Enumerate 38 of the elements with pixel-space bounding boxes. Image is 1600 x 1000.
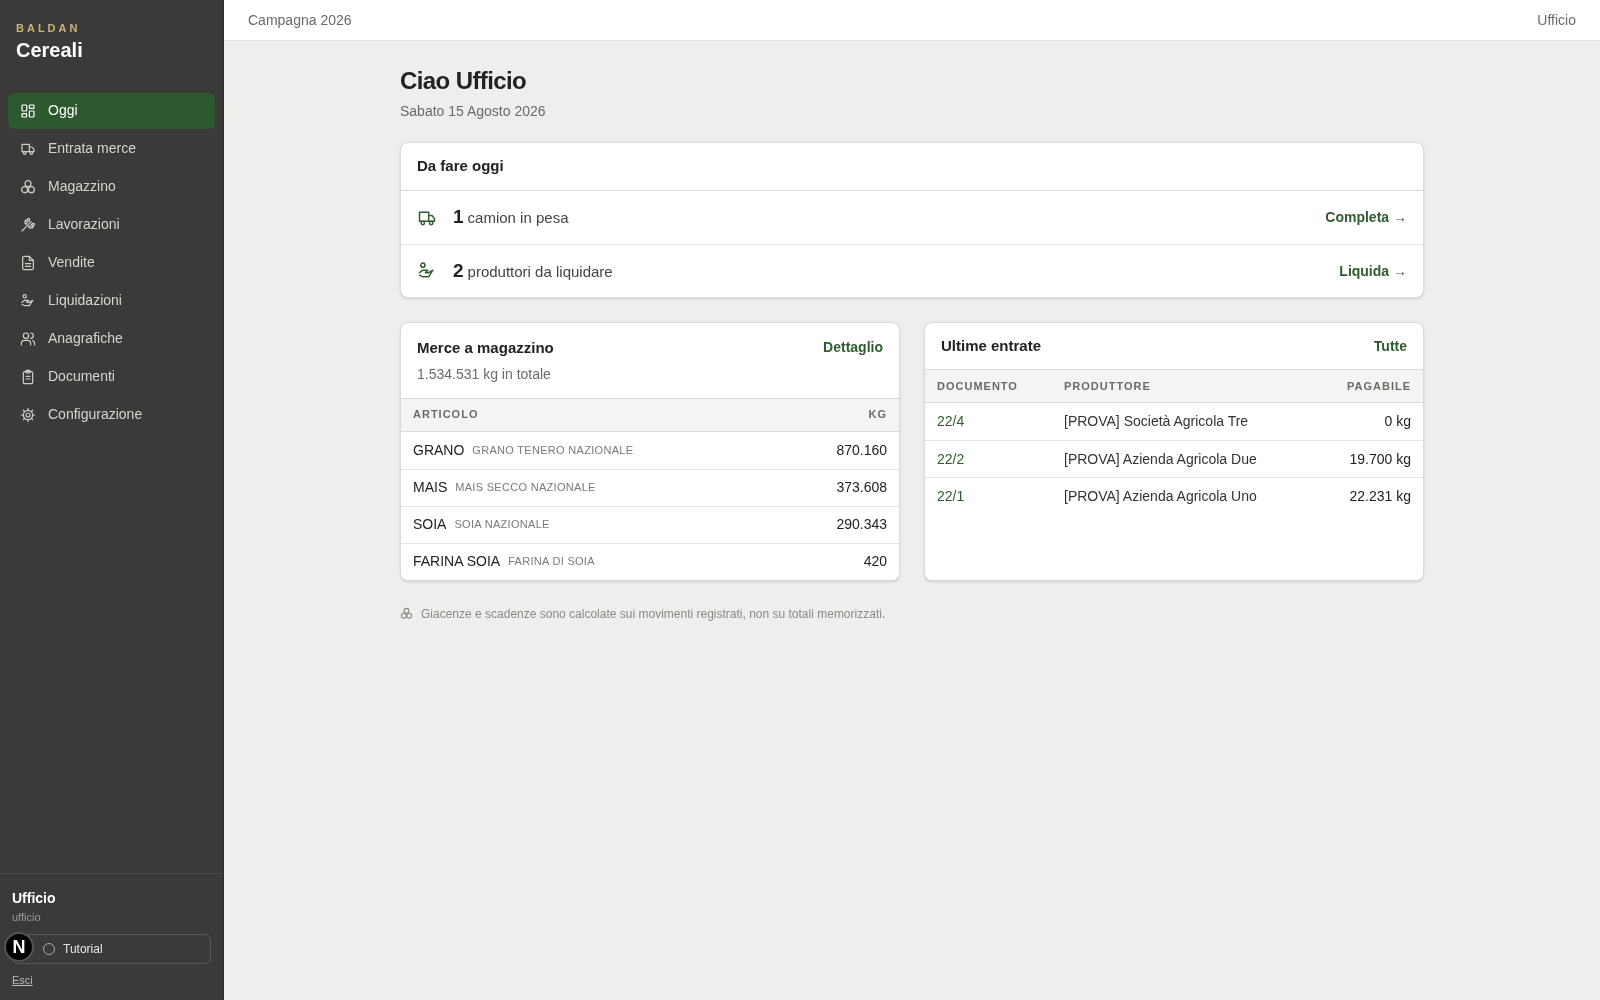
task-summary: 2 produttori da liquidare <box>453 258 613 283</box>
user-role: ufficio <box>12 910 42 925</box>
item-description: SOIA NAZIONALE <box>454 517 550 533</box>
producer-cell-text: [PROVA] Società Agricola Tre <box>1064 412 1249 431</box>
greeting-title: Ciao Ufficio <box>400 66 528 96</box>
item-description: GRANO TENERO NAZIONALE <box>472 442 634 458</box>
producer-cell-text: [PROVA] Azienda Agricola Due <box>1064 449 1257 469</box>
item-code: FARINA SOIA <box>413 552 501 571</box>
column-header: PAGABILE <box>1345 378 1411 394</box>
item-description: FARINA DI SOIA <box>508 554 595 570</box>
card-title: Ultime entrate <box>941 335 1042 356</box>
brand-overline: BALDAN <box>16 21 82 36</box>
payable-cell-text: 22.231 kg <box>1349 486 1411 506</box>
column-header: PRODUTTORE <box>1064 378 1152 394</box>
producer-cell-text: [PROVA] Azienda Agricola Uno <box>1064 486 1257 506</box>
footnote: Giacenze e scadenze sono calcolate sui movimenti registrati, non su totali memorizzati. <box>421 605 886 623</box>
weight-cell-text: 870.160 <box>836 440 887 460</box>
item-code: MAIS <box>413 478 448 497</box>
user-name: Ufficio <box>12 889 57 908</box>
card-title: Da fare oggi <box>417 156 504 177</box>
weight-cell-text: 373.608 <box>836 478 887 497</box>
date-label: Sabato 15 Agosto 2026 <box>400 102 547 121</box>
column-header: ARTICOLO <box>413 407 479 423</box>
item-code: SOIA <box>413 515 447 534</box>
item-description: MAIS SECCO NAZIONALE <box>455 480 596 496</box>
payable-cell-text: 19.700 kg <box>1349 449 1411 469</box>
task-summary: 1 camion in pesa <box>453 205 569 230</box>
column-header: KG <box>868 407 887 423</box>
user-label: Ufficio <box>1537 10 1576 30</box>
item-code: GRANO <box>413 440 465 460</box>
weight-cell-text: 420 <box>863 552 887 571</box>
column-header: DOCUMENTO <box>937 378 1019 394</box>
total-weight: 1.534.531 kg in totale <box>417 364 552 384</box>
payable-cell-text: 0 kg <box>1384 412 1411 431</box>
weight-cell-text: 290.343 <box>836 515 887 534</box>
campaign-label: Campagna 2026 <box>248 10 352 30</box>
brand-name: Cereali <box>16 37 84 63</box>
card-title: Merce a magazzino <box>417 338 554 358</box>
